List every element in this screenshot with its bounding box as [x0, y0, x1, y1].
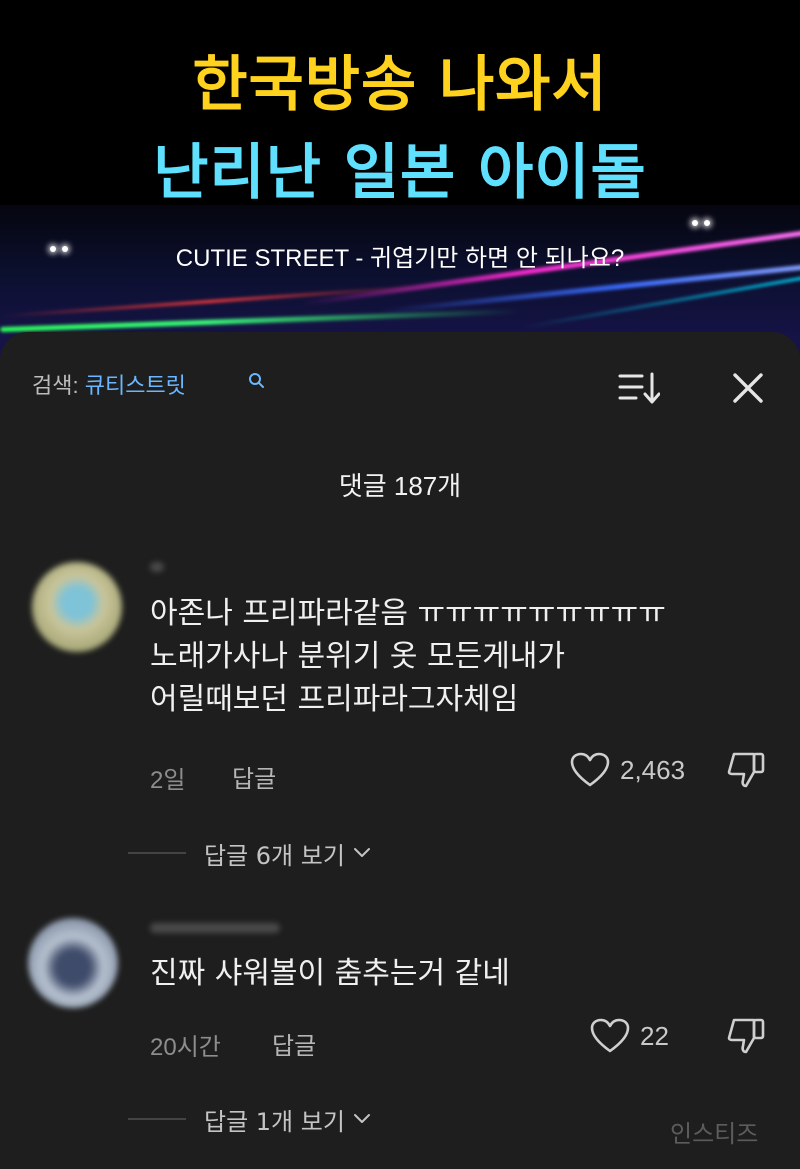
reply-button[interactable]: 답글 [232, 759, 276, 794]
video-headline-line2: 난리난 일본 아이돌 [153, 138, 647, 208]
comments-sheet: 검색: 큐티스트릿 댓글 187개 아존나 프리파라같음 ㅠㅠㅠㅠㅠㅠㅠㅠㅠ 노… [0, 332, 800, 1169]
reply-button[interactable]: 답글 [272, 1026, 316, 1061]
stage-light [692, 220, 698, 226]
comment-count: 댓글 187개 [338, 471, 462, 501]
chevron-down-icon [353, 848, 370, 857]
heart-icon[interactable] [570, 752, 610, 788]
search-prefix: 검색: [32, 373, 85, 398]
like-count: 2,463 [620, 755, 686, 785]
video-subtitle: CUTIE STREET - 귀엽기만 하면 안 되나요? [175, 245, 625, 272]
username-blurred[interactable] [150, 923, 280, 933]
video-headline-line1: 한국방송 나와서 [192, 50, 608, 120]
avatar[interactable] [28, 918, 118, 1008]
video-player[interactable]: 한국방송 나와서 난리난 일본 아이돌 CUTIE STREET - 귀엽기만 … [0, 0, 800, 360]
close-icon[interactable] [730, 370, 766, 406]
comment-time: 2일 [150, 767, 186, 794]
username-blurred[interactable] [150, 562, 164, 572]
divider-line [128, 852, 186, 854]
comment-text: 아존나 프리파라같음 ㅠㅠㅠㅠㅠㅠㅠㅠㅠ 노래가사나 분위기 옷 모든게내가 어… [150, 592, 666, 721]
stage-light [704, 220, 710, 226]
view-replies-button[interactable]: 답글 1개 보기 [128, 1104, 371, 1136]
search-query[interactable]: 큐티스트릿 [85, 373, 186, 398]
watermark: 인스티즈 [670, 1120, 759, 1148]
comment-line: 진짜 샤워볼이 춤추는거 같네 [150, 956, 510, 991]
dislike-icon[interactable] [726, 1016, 766, 1056]
search-icon[interactable] [248, 372, 266, 390]
view-replies-label: 답글 1개 보기 [204, 1107, 345, 1136]
comment-line: 노래가사나 분위기 옷 모든게내가 [150, 639, 566, 674]
search-label[interactable]: 검색: 큐티스트릿 [32, 368, 186, 400]
heart-icon[interactable] [590, 1018, 630, 1054]
view-replies-button[interactable]: 답글 6개 보기 [128, 838, 371, 870]
comment-line: 아존나 프리파라같음 ㅠㅠㅠㅠㅠㅠㅠㅠㅠ [150, 596, 666, 631]
comment-text: 진짜 샤워볼이 춤추는거 같네 [150, 952, 510, 995]
comment-line: 어릴때보던 프리파라그자체임 [150, 682, 519, 717]
like-count: 22 [640, 1021, 669, 1051]
view-replies-label: 답글 6개 보기 [204, 841, 345, 870]
comment-time: 20시간 [150, 1034, 221, 1061]
divider-line [128, 1118, 186, 1120]
dislike-icon[interactable] [726, 750, 766, 790]
sort-icon[interactable] [618, 370, 660, 406]
chevron-down-icon [353, 1114, 370, 1123]
avatar[interactable] [32, 562, 122, 652]
